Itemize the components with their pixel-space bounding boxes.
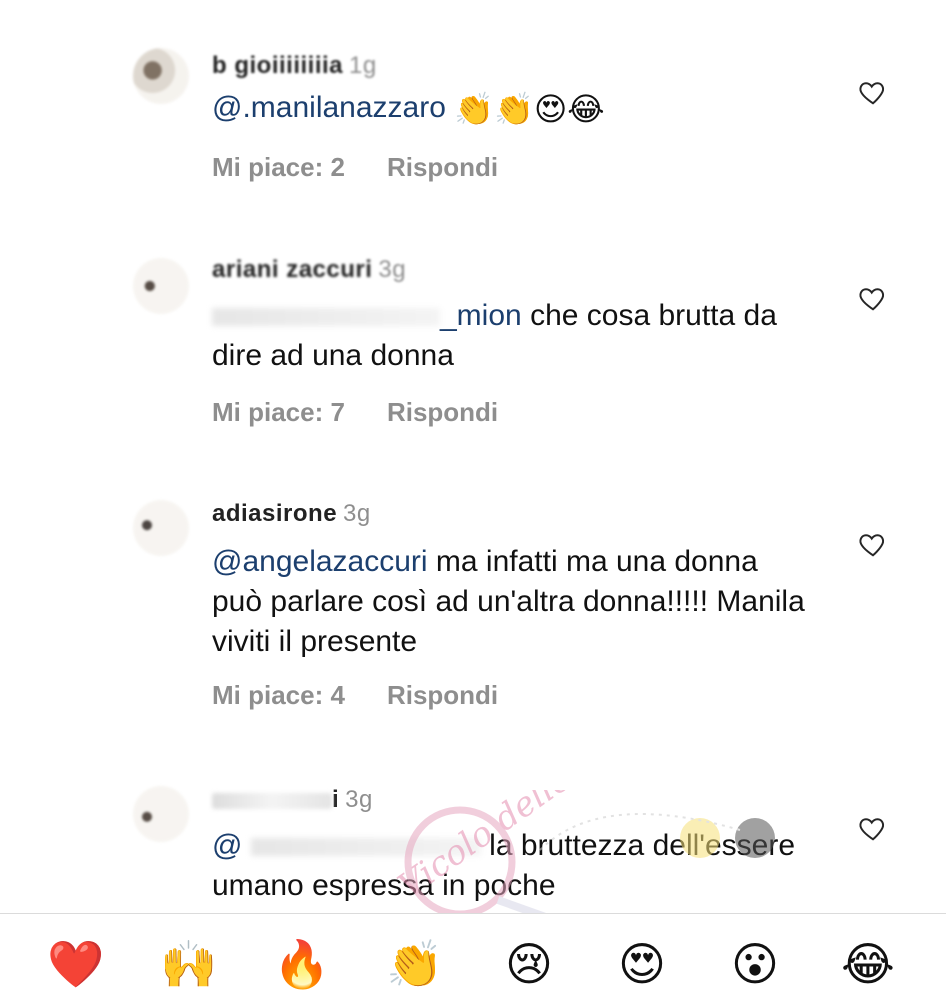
- username-text: i: [332, 786, 340, 813]
- redacted-mention: [250, 838, 481, 857]
- tears-of-joy-emoji-button[interactable]: 😂: [838, 934, 898, 994]
- heart-eyes-emoji-button[interactable]: 😍: [612, 934, 672, 994]
- comment-text: @.manilanazzaro 👏👏😍😂: [212, 88, 812, 129]
- like-heart-icon[interactable]: [858, 813, 888, 843]
- comment-text: @angelazaccuri ma infatti ma una donna p…: [212, 542, 812, 662]
- reply-button[interactable]: Rispondi: [387, 152, 498, 183]
- comment-text: _mion che cosa brutta da dire ad una don…: [212, 296, 812, 376]
- comment-text: @ la bruttezza dell'essere umano espress…: [212, 826, 812, 906]
- reply-button[interactable]: Rispondi: [387, 397, 498, 428]
- clapping-emoji-button[interactable]: 👏: [385, 934, 445, 994]
- tears-of-joy-emoji: 😂: [567, 90, 605, 129]
- comment-time: 3g: [378, 256, 407, 283]
- heart-eyes-emoji: 😍: [533, 90, 568, 129]
- comment-time: 3g: [343, 500, 371, 527]
- reaction-bar: ❤️ 🙌 🔥 👏 😢 😍 😮 😂: [0, 913, 946, 998]
- comment-username[interactable]: ariani zaccuri 3g: [212, 256, 406, 284]
- like-heart-icon[interactable]: [858, 77, 888, 107]
- comment-time: 3g: [345, 786, 373, 813]
- raising-hands-emoji-button[interactable]: 🙌: [159, 934, 219, 994]
- mention-link[interactable]: @angelazaccuri: [212, 545, 428, 578]
- likes-count[interactable]: Mi piace: 2: [212, 152, 345, 183]
- mention-text: _mion: [440, 299, 522, 332]
- avatar[interactable]: [133, 258, 189, 314]
- mention-link-redacted[interactable]: [250, 829, 481, 862]
- mention-link[interactable]: @.manilanazzaro: [212, 91, 446, 124]
- clapping-emoji: 👏: [494, 90, 534, 129]
- comment-username[interactable]: adiasirone 3g: [212, 500, 371, 528]
- reply-button[interactable]: Rispondi: [387, 680, 498, 711]
- comment-username[interactable]: b gioiiiiiiiia 1g: [212, 52, 377, 80]
- avatar[interactable]: [133, 500, 189, 556]
- crying-face-emoji-button[interactable]: 😢: [499, 934, 559, 994]
- username-text: adiasirone: [212, 500, 338, 527]
- username-text: ariani zaccuri: [212, 256, 373, 283]
- username-text: b gioiiiiiiiia: [212, 52, 344, 79]
- clapping-emoji: 👏: [454, 90, 495, 129]
- red-heart-emoji-button[interactable]: ❤️: [46, 934, 106, 994]
- comment-time: 1g: [349, 52, 377, 79]
- redacted-mention: [212, 308, 440, 327]
- comment-meta: Mi piace: 4 Rispondi: [212, 680, 498, 711]
- likes-count[interactable]: Mi piace: 4: [212, 680, 345, 711]
- like-heart-icon[interactable]: [858, 283, 888, 313]
- redacted-username: [212, 792, 332, 809]
- mention-link[interactable]: @: [212, 829, 242, 862]
- fire-emoji-button[interactable]: 🔥: [272, 934, 332, 994]
- avatar[interactable]: [133, 786, 189, 842]
- comment-meta: Mi piace: 7 Rispondi: [212, 397, 498, 428]
- comment-username[interactable]: i 3g: [212, 786, 373, 814]
- like-heart-icon[interactable]: [858, 529, 888, 559]
- avatar[interactable]: [133, 48, 189, 104]
- surprised-face-emoji-button[interactable]: 😮: [725, 934, 785, 994]
- comment-meta: Mi piace: 2 Rispondi: [212, 152, 498, 183]
- likes-count[interactable]: Mi piace: 7: [212, 397, 345, 428]
- mention-link[interactable]: _mion: [212, 299, 522, 332]
